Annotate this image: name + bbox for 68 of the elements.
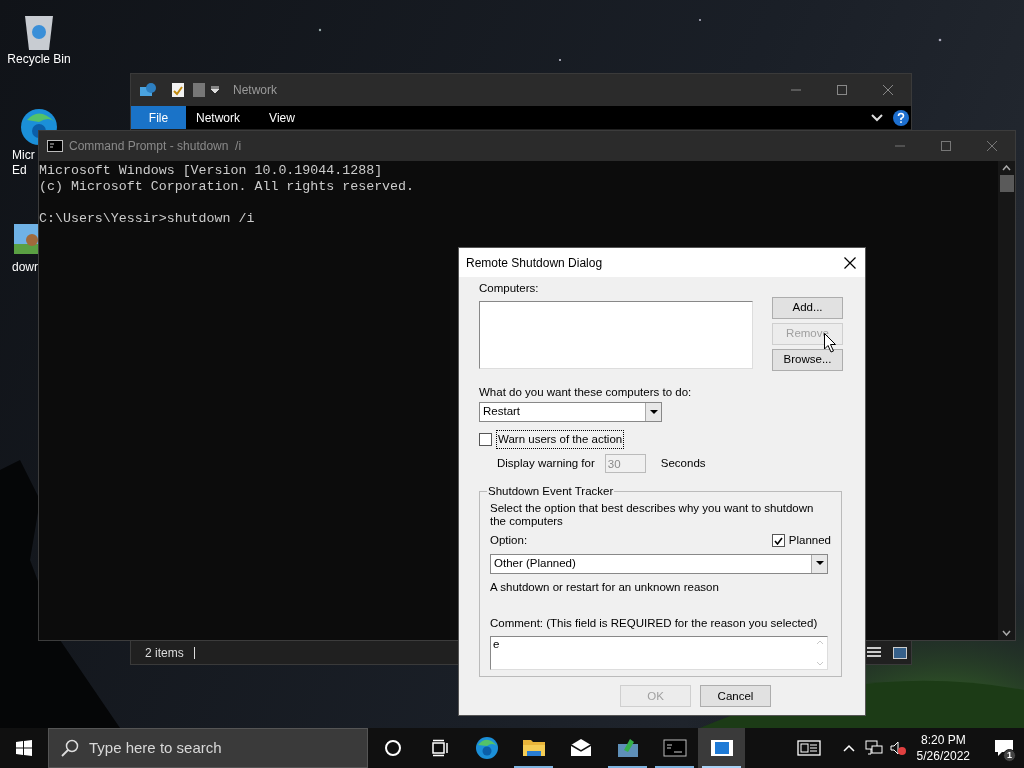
document-icon[interactable] [193, 82, 205, 98]
maximize-icon[interactable] [837, 85, 847, 95]
dropdown-arrow-icon[interactable] [649, 409, 658, 415]
console-line: (c) Microsoft Corporation. All rights reserved. [39, 179, 416, 195]
checkbox-label: Planned [788, 533, 831, 549]
dropdown-arrow-icon[interactable] [815, 561, 824, 566]
option-dropdown[interactable]: Other (Planned) [490, 553, 828, 574]
windows-start-icon[interactable] [16, 740, 32, 756]
app-icon [615, 736, 640, 760]
checkbox[interactable] [771, 534, 785, 548]
help-icon[interactable] [893, 109, 909, 126]
network-icon [139, 81, 157, 99]
scroll-up-icon[interactable] [1002, 165, 1011, 171]
browser-icon [474, 736, 499, 760]
field-label: Option: [490, 533, 528, 549]
taskbar-button[interactable] [698, 728, 745, 768]
description-text: Select the option that best describes why you want to shutdown the computers [490, 502, 815, 529]
circle-icon [383, 739, 402, 757]
notification-badge: 1 [1003, 749, 1016, 762]
search-field[interactable]: Type here to search [48, 728, 368, 768]
volume-muted-icon[interactable] [888, 740, 907, 756]
ribbon-tab[interactable]: View [250, 106, 314, 129]
terminal-icon [47, 140, 63, 152]
icon-label: dowr [11, 260, 38, 275]
reason-text: A shutdown or restart for an unknown reason [490, 579, 720, 595]
action-dropdown[interactable]: Restart [479, 402, 662, 422]
icon-label: Micr [11, 148, 35, 163]
window-title: Command Prompt - shutdown /i [69, 138, 242, 155]
close-icon[interactable] [844, 256, 856, 269]
console-line: Microsoft Windows [Version 10.0.19044.1288] [39, 163, 384, 179]
task-view-icon [430, 739, 449, 757]
scrollbar[interactable] [998, 161, 1015, 640]
icon-label: Recycle Bin [7, 52, 71, 67]
network-icon[interactable] [864, 740, 883, 756]
field-label: Comment: (This field is REQUIRED for the reason you selected) [490, 615, 819, 631]
tiles-view-icon[interactable] [893, 647, 907, 659]
field-label: Seconds [660, 456, 706, 472]
icon-label: Ed [11, 163, 27, 178]
dialog-button[interactable]: Browse... [772, 349, 843, 371]
terminal-icon [662, 736, 687, 760]
dialog-title: Remote Shutdown Dialog [466, 254, 603, 272]
checkbox[interactable] [479, 433, 492, 447]
scroll-thumb[interactable] [999, 175, 1014, 192]
status-text: 2 items [145, 645, 184, 662]
maximize-icon[interactable] [941, 141, 951, 151]
properties-icon[interactable] [171, 82, 185, 98]
details-view-icon[interactable] [867, 647, 881, 659]
notification-icon[interactable] [994, 739, 1014, 757]
clock-date[interactable]: 5/26/2022 [916, 748, 970, 764]
console-line: C:\Users\Yessir>shutdown /i [39, 211, 256, 227]
check-icon [773, 536, 783, 545]
checkbox-label: Warn users of the action [496, 430, 625, 450]
chevron-up-icon[interactable] [842, 744, 855, 752]
news-icon[interactable] [796, 740, 821, 756]
search-icon [61, 739, 79, 757]
ribbon-tab[interactable]: File [131, 106, 186, 129]
search-placeholder: Type here to search [89, 737, 222, 758]
ribbon-tab[interactable]: Network [186, 106, 250, 129]
dialog-button[interactable]: Cancel [700, 685, 771, 708]
clock-time[interactable]: 8:20 PM [920, 732, 966, 748]
window-title: Network [233, 82, 277, 99]
field-label: Computers: [479, 281, 540, 295]
scroll-down-icon[interactable] [1002, 630, 1011, 636]
dropdown-arrow-icon[interactable] [211, 86, 219, 94]
field-label: Display warning for [497, 456, 595, 472]
chevron-down-icon[interactable] [871, 113, 883, 122]
field-label: What do you want these computers to do: [479, 385, 693, 399]
dialog-button[interactable]: Add... [772, 297, 843, 319]
